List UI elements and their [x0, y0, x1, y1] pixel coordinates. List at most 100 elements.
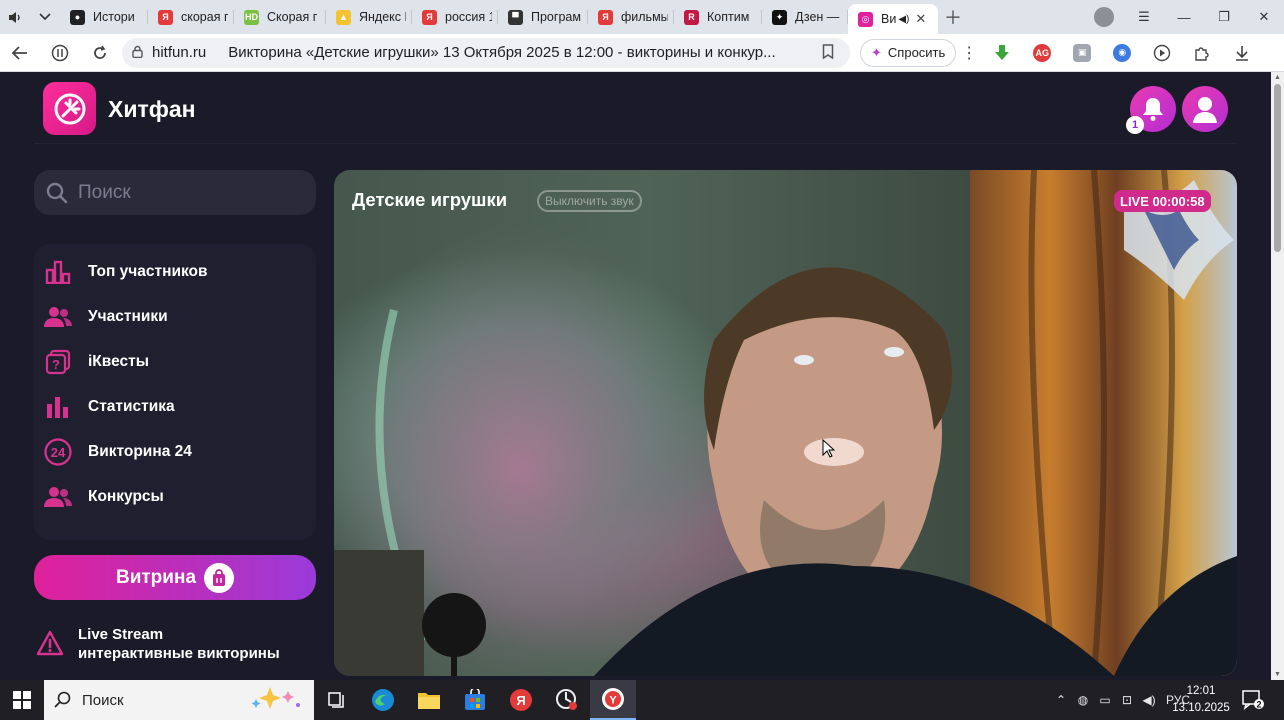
scroll-down-icon[interactable]: ▼ [1271, 671, 1284, 678]
tab-audio-icon[interactable] [0, 0, 30, 34]
url-domain: hitfun.ru [152, 44, 207, 61]
notification-count: 2 [1256, 700, 1261, 710]
browser-tab[interactable]: ▲ Яндекс К [326, 0, 412, 34]
tab-favicon-icon: ▀ [508, 9, 523, 25]
sidebar-item-label: Топ участников [88, 262, 208, 280]
sidebar-item-statistics[interactable]: Статистика [34, 384, 316, 429]
browser-tab[interactable]: HD Скорая г [234, 0, 326, 34]
live-stream-promo[interactable]: Live Stream интерактивные викторины [34, 625, 316, 675]
tray-app-icon[interactable]: ◍ [1072, 693, 1094, 707]
page-title: Викторина «Детские игрушки» 13 Октября 2… [228, 44, 776, 61]
sidebar-item-label: Конкурсы [88, 487, 164, 505]
url-field[interactable]: hitfun.ru Викторина «Детские игрушки» 13… [122, 37, 850, 68]
sidebar-item-participants[interactable]: Участники [34, 294, 316, 339]
taskbar-search-input[interactable] [82, 691, 242, 709]
scrollbar-thumb[interactable] [1274, 84, 1281, 252]
tab-active[interactable]: ◎ Ви ◀) ✕ [848, 4, 938, 34]
translate-extension-icon[interactable]: ◉ [1102, 34, 1142, 72]
close-tab-icon[interactable]: ✕ [915, 11, 926, 27]
scroll-up-icon[interactable]: ▲ [1271, 74, 1284, 81]
sidebar-item-quiz-24[interactable]: 24 Викторина 24 [34, 429, 316, 474]
browser-tab[interactable]: Яскорая п [148, 0, 234, 34]
browser-tab[interactable]: ▀ Програм [498, 0, 588, 34]
task-view-icon[interactable] [314, 680, 360, 720]
media-play-extension-icon[interactable] [1142, 34, 1182, 72]
search-icon [54, 691, 72, 709]
hitfun-favicon-icon: ◎ [858, 11, 873, 27]
svg-text:Я: Я [516, 693, 525, 708]
tab-favicon-icon: Я [598, 9, 613, 25]
sidebar-item-label: Викторина 24 [88, 442, 192, 460]
notification-center-icon[interactable]: 2 [1240, 688, 1266, 712]
file-explorer-icon[interactable] [406, 680, 452, 720]
profile-avatar-icon[interactable] [1084, 0, 1124, 34]
extensions-puzzle-icon[interactable] [1182, 34, 1222, 72]
hitfun-logo-icon[interactable] [43, 82, 96, 135]
svg-text:?: ? [52, 357, 60, 372]
tray-overflow-chevron-icon[interactable]: ⌃ [1050, 693, 1072, 707]
sidebar-item-label: Статистика [88, 397, 175, 415]
bookmark-icon[interactable] [816, 43, 840, 62]
live-timer-badge: LIVE 00:00:58 [1114, 190, 1211, 212]
microsoft-store-icon[interactable] [452, 680, 498, 720]
browser-tab-strip: ● Истори Яскорая п HD Скорая г ▲ Яндекс К Яросс… [0, 0, 1284, 34]
site-search-field[interactable] [34, 170, 316, 215]
video-title: Детские игрушки [352, 189, 508, 210]
top-chart-icon [44, 258, 72, 286]
browser-tab[interactable]: ● Истори [60, 0, 148, 34]
browser-menu-icon[interactable]: ☰ [1124, 0, 1164, 34]
sidebar-item-contests[interactable]: Конкурсы [34, 474, 316, 519]
page-scrollbar[interactable]: ▲ ▼ [1271, 72, 1284, 680]
users-icon [44, 303, 72, 331]
yandex-browser-icon[interactable]: Y [590, 680, 636, 720]
tab-list-chevron-icon[interactable] [30, 0, 60, 34]
svg-text:24: 24 [51, 445, 66, 460]
reload-button[interactable] [80, 34, 120, 72]
tray-usb-icon[interactable]: ▭ [1094, 693, 1116, 707]
browser-tab-label: россия 1 [445, 10, 492, 24]
address-bar: hitfun.ru Викторина «Детские игрушки» 13… [0, 34, 1284, 72]
network-icon[interactable]: ⊡ [1116, 693, 1138, 707]
restore-icon[interactable]: ❐ [1204, 0, 1244, 34]
sidebar-item-top-participants[interactable]: Топ участников [34, 249, 316, 294]
promo-subtitle: интерактивные викторины [78, 645, 280, 662]
close-window-icon[interactable]: ✕ [1244, 0, 1284, 34]
svg-text:Y: Y [609, 695, 617, 707]
browser-tab[interactable]: R Коптим [674, 0, 762, 34]
browser-tab[interactable]: ✦ Дзен — т [762, 0, 848, 34]
mute-sound-button[interactable]: Выключить звук [537, 190, 642, 212]
more-options-icon[interactable]: ⋮ [956, 43, 982, 63]
site-brand-name[interactable]: Хитфан [108, 96, 196, 123]
tab-favicon-icon: ▲ [336, 9, 351, 25]
user-profile-icon[interactable] [1182, 86, 1228, 132]
ask-ai-button[interactable]: ✦ Спросить [860, 38, 957, 67]
clock-time: 12:01 [1186, 685, 1216, 697]
search-input[interactable] [78, 181, 298, 204]
download-extension-icon[interactable] [982, 34, 1022, 72]
quiz-24-icon: 24 [44, 437, 72, 466]
browser-tab[interactable]: Яроссия 1 [412, 0, 498, 34]
edge-browser-icon[interactable] [360, 680, 406, 720]
contests-icon [44, 483, 72, 511]
hitfun-page: Хитфан 1 Топ участников Участники [0, 72, 1271, 680]
gallery-extension-icon[interactable]: ▣ [1062, 34, 1102, 72]
volume-icon[interactable]: ◀) [1138, 693, 1160, 707]
browser-tab[interactable]: Яфильмы [588, 0, 674, 34]
vitrina-button[interactable]: Витрина [34, 555, 316, 600]
taskbar-search-box[interactable] [44, 680, 314, 720]
live-video-player[interactable]: Детские игрушки Выключить звук LIVE 00:0… [334, 170, 1237, 676]
minimize-icon[interactable]: — [1164, 0, 1204, 34]
windows-start-icon[interactable] [0, 680, 44, 720]
downloads-icon[interactable] [1222, 34, 1262, 72]
tab-audio-playing-icon: ◀) [898, 13, 910, 25]
back-button[interactable] [0, 34, 40, 72]
new-tab-button[interactable]: ＋ [938, 0, 968, 34]
recording-app-icon[interactable] [544, 680, 590, 720]
adblock-extension-icon[interactable]: AG [1022, 34, 1062, 72]
system-clock[interactable]: 12:01 13.10.2025 [1170, 683, 1232, 717]
sidebar-item-iquests[interactable]: ? iКвесты [34, 339, 316, 384]
warning-triangle-icon [36, 630, 64, 656]
yandex-app-icon[interactable]: Я [498, 680, 544, 720]
protect-shield-icon[interactable] [40, 34, 80, 72]
tab-favicon-icon: Я [158, 9, 173, 25]
